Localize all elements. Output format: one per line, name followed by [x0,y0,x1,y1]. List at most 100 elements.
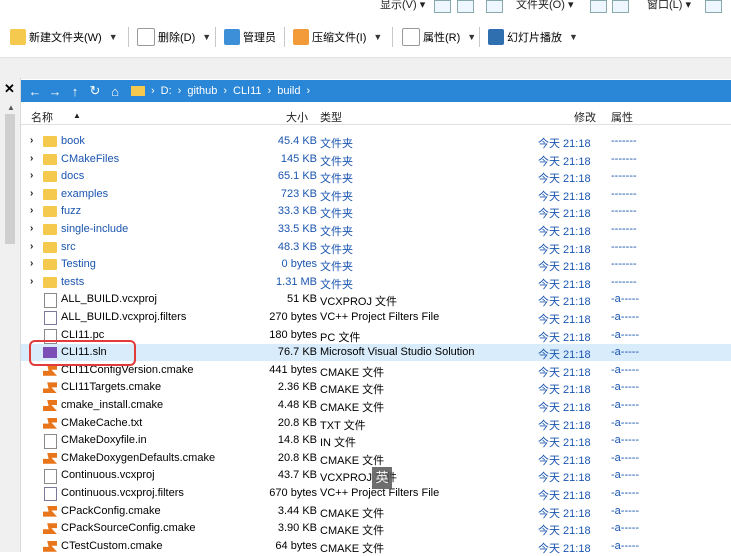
file-name[interactable]: CMakeDoxygenDefaults.cmake [61,452,215,464]
folder-row[interactable]: › tests 1.31 MB 文件夹 今天 21:18 ------- [21,274,731,291]
file-name[interactable]: Testing [61,258,96,270]
file-row[interactable]: CMakeCache.txt 20.8 KB TXT 文件 今天 21:18 -a---… [21,415,731,432]
expand-chevron-icon[interactable]: › [30,170,33,181]
compress-button[interactable]: 压缩文件(I) ▼ [293,27,382,47]
file-name[interactable]: ALL_BUILD.vcxproj [61,293,157,305]
view-details-icon[interactable] [434,0,451,13]
file-row[interactable]: ALL_BUILD.vcxproj 51 KB VCXPROJ 文件 今天 21:18… [21,291,731,309]
file-name[interactable]: ALL_BUILD.vcxproj.filters [61,311,186,323]
file-size: 723 KB [280,187,317,200]
folder-row[interactable]: › book 45.4 KB 文件夹 今天 21:18 ------- [21,133,731,150]
file-name[interactable]: tests [61,276,84,288]
chevron-down-icon[interactable]: ▼ [373,32,382,42]
expand-chevron-icon[interactable]: › [30,223,33,234]
file-attributes: -a----- [611,328,640,341]
file-row[interactable]: CTestCustom.cmake 64 bytes CMAKE 文件 今天 21:1… [21,538,731,555]
left-pane-strip: ✕ ▲ [0,78,21,552]
cmake-icon [43,523,57,535]
view-list-icon[interactable] [457,0,474,13]
folder-row[interactable]: › examples 723 KB 文件夹 今天 21:18 ------- [21,186,731,203]
file-modified: 今天 21:18 [538,366,591,379]
slideshow-button[interactable]: 幻灯片播放 ▼ [488,27,578,47]
file-row[interactable]: ALL_BUILD.vcxproj.filters 270 bytes VC++ P… [21,309,731,326]
file-name[interactable]: CLI11.pc [61,329,104,341]
properties-button[interactable]: 属性(R) ▼ [402,27,476,47]
expand-chevron-icon[interactable]: › [30,258,33,269]
file-modified: 今天 21:18 [538,138,591,150]
expand-chevron-icon[interactable]: › [30,276,33,287]
admin-button[interactable]: 管理员 [224,27,276,47]
folder-row[interactable]: › src 48.3 KB 文件夹 今天 21:18 ------- [21,239,731,256]
refresh-icon[interactable]: ↻ [87,83,103,99]
file-row[interactable]: CMakeDoxygenDefaults.cmake 20.8 KB CMAKE 文… [21,450,731,467]
chevron-down-icon[interactable]: ▼ [202,32,211,42]
file-name[interactable]: fuzz [61,205,81,217]
file-name[interactable]: Continuous.vcxproj [61,469,155,481]
file-row[interactable]: cmake_install.cmake 4.48 KB CMAKE 文件 今天 21:… [21,397,731,414]
file-name[interactable]: book [61,135,85,147]
breadcrumb-build[interactable]: build [277,85,300,97]
folder-row[interactable]: › Testing 0 bytes 文件夹 今天 21:18 ------- [21,256,731,273]
close-icon[interactable]: ✕ [4,81,15,97]
file-name[interactable]: CLI11Targets.cmake [61,381,161,393]
menu-window[interactable]: 窗口(L) ▾ [647,0,691,12]
file-name[interactable]: CTestCustom.cmake [61,540,162,552]
file-name[interactable]: CMakeCache.txt [61,417,142,429]
scrollbar-thumb[interactable] [5,114,15,244]
home-icon[interactable]: ⌂ [107,84,123,99]
chevron-down-icon[interactable]: ▼ [109,32,118,42]
chevron-down-icon[interactable]: ▼ [569,32,578,42]
layout-icon[interactable] [590,0,607,13]
folder-row[interactable]: › single-include 33.5 KB 文件夹 今天 21:18 ------- [21,221,731,238]
up-arrow-icon[interactable]: ↑ [67,84,83,99]
cmake-icon [43,417,57,429]
new-folder-button[interactable]: 新建文件夹(W) ▼ [10,27,118,47]
file-size: 65.1 KB [277,170,317,183]
file-name[interactable]: CMakeFiles [61,153,119,165]
menu-view[interactable]: 显示(V) ▾ [380,0,425,12]
file-name[interactable]: CMakeDoxyfile.in [61,434,147,446]
breadcrumb-github[interactable]: github [187,85,217,97]
address-bar[interactable]: ← → ↑ ↻ ⌂ › D: › github › CLI11 › build … [21,80,731,102]
file-name[interactable]: CPackConfig.cmake [61,505,161,517]
file-name[interactable]: CPackSourceConfig.cmake [61,522,196,534]
forward-arrow-icon[interactable]: → [47,84,63,99]
folder-icon [43,241,57,253]
chevron-down-icon[interactable]: ▼ [467,32,476,42]
view-tiles-icon[interactable] [486,0,503,13]
expand-chevron-icon[interactable]: › [30,153,33,164]
expand-chevron-icon[interactable]: › [30,135,33,146]
expand-chevron-icon[interactable]: › [30,241,33,252]
file-name[interactable]: docs [61,170,84,182]
file-type: 文件夹 [320,138,353,150]
folder-row[interactable]: › fuzz 33.3 KB 文件夹 今天 21:18 ------- [21,203,731,220]
file-attributes: ------- [611,187,637,200]
folder-row[interactable]: › CMakeFiles 145 KB 文件夹 今天 21:18 ------- [21,151,731,168]
back-arrow-icon[interactable]: ← [27,84,43,99]
file-row[interactable]: CMakeDoxyfile.in 14.8 KB IN 文件 今天 21:18 -a--… [21,432,731,450]
breadcrumb-cli11[interactable]: CLI11 [233,85,262,97]
file-row[interactable]: CLI11Targets.cmake 2.36 KB CMAKE 文件 今天 21:1… [21,379,731,396]
file-name[interactable]: Continuous.vcxproj.filters [61,487,184,499]
expand-chevron-icon[interactable]: › [30,205,33,216]
file-icon [44,293,57,309]
file-modified: 今天 21:18 [538,261,591,274]
file-name[interactable]: src [61,241,76,253]
file-name[interactable]: examples [61,188,108,200]
file-attributes: ------- [611,152,637,165]
file-row[interactable]: CPackConfig.cmake 3.44 KB CMAKE 文件 今天 21:18… [21,503,731,520]
panel-icon[interactable] [612,0,629,13]
scroll-up-icon[interactable]: ▲ [7,103,15,112]
menu-folder[interactable]: 文件夹(O) ▾ [516,0,573,12]
breadcrumb-drive[interactable]: D: [161,85,172,97]
file-modified: 今天 21:18 [538,226,591,238]
cmake-icon [43,400,57,411]
file-type: CMAKE 文件 [320,384,385,397]
file-name[interactable]: cmake_install.cmake [61,399,163,411]
window-icon[interactable] [705,0,722,13]
folder-row[interactable]: › docs 65.1 KB 文件夹 今天 21:18 ------- [21,168,731,185]
delete-button[interactable]: 删除(D) ▼ [137,27,211,47]
file-row[interactable]: CPackSourceConfig.cmake 3.90 KB CMAKE 文件 今天… [21,520,731,537]
expand-chevron-icon[interactable]: › [30,188,33,199]
file-name[interactable]: single-include [61,223,128,235]
